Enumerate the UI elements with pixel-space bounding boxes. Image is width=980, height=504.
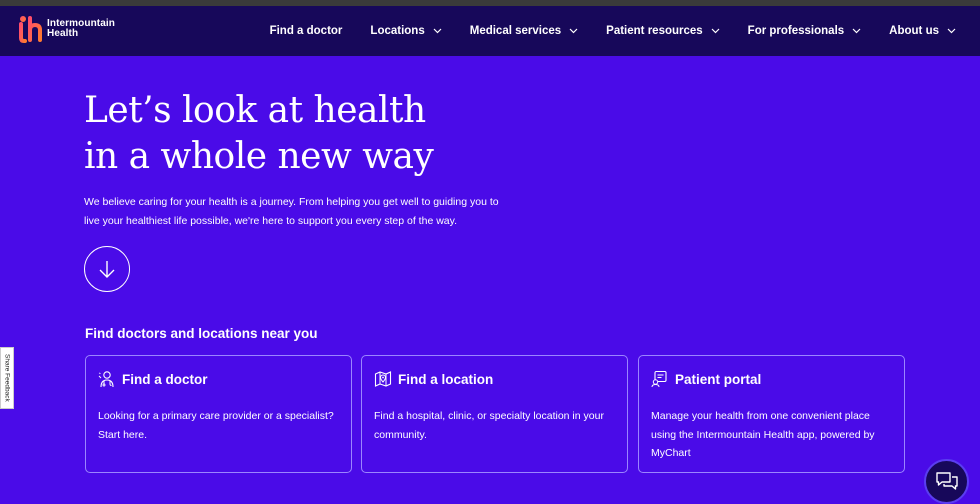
section-title: Find doctors and locations near you <box>85 326 318 341</box>
card-description: Manage your health from one convenient p… <box>651 410 875 459</box>
nav-label: About us <box>889 25 939 37</box>
nav-label: Patient resources <box>606 25 703 37</box>
hero-description: We believe caring for your health is a j… <box>84 196 499 227</box>
brand-name-line2: Health <box>47 28 79 39</box>
card-find-a-location[interactable]: Find a location Find a hospital, clinic,… <box>361 355 628 473</box>
site-header: Intermountain Health Find a doctor Locat… <box>0 6 980 56</box>
nav-about-us[interactable]: About us <box>889 25 956 37</box>
chat-button[interactable] <box>924 459 969 504</box>
nav-for-professionals[interactable]: For professionals <box>748 25 862 37</box>
nav-label: Locations <box>370 25 425 37</box>
share-feedback-tab[interactable]: Share Feedback <box>0 347 14 409</box>
card-patient-portal[interactable]: Patient portal Manage your health from o… <box>638 355 905 473</box>
nav-label: Medical services <box>469 25 562 37</box>
nav-find-a-doctor[interactable]: Find a doctor <box>270 25 343 37</box>
chevron-down-icon <box>433 28 442 34</box>
feedback-label: Share Feedback <box>3 354 11 402</box>
card-description: Find a hospital, clinic, or specialty lo… <box>374 410 604 441</box>
location-map-icon <box>374 371 392 387</box>
chevron-down-icon <box>852 28 861 34</box>
hero-title-line1: Let’s look at health <box>84 90 426 131</box>
scroll-down-button[interactable] <box>84 246 130 292</box>
card-description: Looking for a primary care provider or a… <box>98 410 334 441</box>
hero-title-line2: in a whole new way <box>84 136 434 177</box>
chevron-down-icon <box>947 28 956 34</box>
nav-label: For professionals <box>747 25 845 37</box>
nav-locations[interactable]: Locations <box>370 25 442 37</box>
brand-name: Intermountain Health <box>47 19 115 39</box>
hero-title: Let’s look at health in a whole new way <box>84 88 434 180</box>
arrow-down-icon <box>99 261 115 278</box>
nav-label: Find a doctor <box>269 25 343 37</box>
card-title: Patient portal <box>675 371 762 387</box>
chevron-down-icon <box>711 28 720 34</box>
card-find-a-doctor[interactable]: Find a doctor Looking for a primary care… <box>85 355 352 473</box>
card-title: Find a location <box>398 371 494 387</box>
nav-medical-services[interactable]: Medical services <box>470 25 578 37</box>
card-header: Find a location <box>374 368 615 390</box>
chat-icon <box>935 471 958 490</box>
patient-portal-icon <box>651 370 667 388</box>
card-header: Find a doctor <box>98 368 339 390</box>
card-title: Find a doctor <box>122 371 208 387</box>
chevron-down-icon <box>569 28 578 34</box>
intermountain-logo-icon <box>19 16 42 43</box>
main-nav: Find a doctor Locations Medical services… <box>242 6 956 56</box>
doctor-icon <box>98 371 114 388</box>
brand-logo[interactable]: Intermountain Health <box>17 14 115 44</box>
nav-patient-resources[interactable]: Patient resources <box>606 25 720 37</box>
card-header: Patient portal <box>651 368 892 390</box>
